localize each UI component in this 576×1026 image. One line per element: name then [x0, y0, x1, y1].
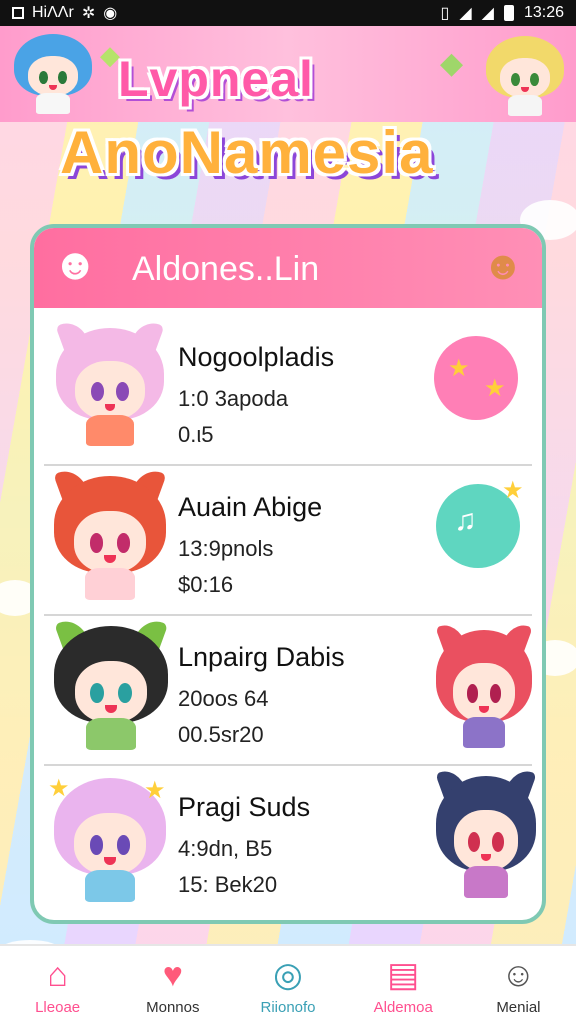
- list-item[interactable]: Lnpairg Dabis 20oos 64 00.5sr20: [44, 614, 533, 766]
- item-name: Nogoolpladis: [178, 342, 335, 372]
- nav-label: Monnos: [146, 998, 200, 1016]
- star-icon: ★: [48, 775, 70, 802]
- item-price: 00.5sr20: [178, 722, 264, 747]
- nav-item-favorites[interactable]: ♥ Monnos: [115, 946, 230, 1026]
- avatar-navy-cat: [435, 765, 537, 898]
- status-left-text: HiΛΛr: [32, 4, 74, 21]
- bear-icon: ☻: [52, 240, 99, 289]
- star-icon: ★: [502, 477, 524, 504]
- calendar-icon: ▤: [387, 955, 420, 994]
- nav-item-search[interactable]: ◎ Riionofo: [230, 946, 345, 1026]
- avatar-blonde-hair: [486, 36, 564, 116]
- nav-label: Lleoae: [35, 998, 81, 1016]
- home-icon: ⌂: [47, 955, 68, 994]
- profile-icon: ☺: [501, 955, 536, 994]
- speech-bubble-icon: ◆: [440, 47, 464, 80]
- nav-item-profile[interactable]: ☺ Menial: [461, 946, 576, 1026]
- item-name: Pragi Suds: [178, 792, 311, 822]
- app-title-line1: Lvpneal: [118, 51, 314, 107]
- wifi-icon: ◢: [459, 5, 472, 22]
- nav-label: Menial: [496, 998, 541, 1016]
- star-icon: ★: [484, 375, 506, 402]
- list-card: ☻ Aldones..Lin ☻ Nogoolpladis 1:0 3apoda…: [30, 224, 546, 924]
- fox-icon: ☻: [481, 244, 524, 288]
- speech-bubble-icon: ◆: [100, 40, 120, 70]
- battery-icon: [503, 5, 514, 21]
- list-item[interactable]: ★ ★ Pragi Suds 4:9dn, B5 15: Bek20: [44, 764, 537, 914]
- avatar-pink-hair: [55, 317, 165, 446]
- avatar-red-hair: [53, 464, 167, 600]
- item-detail: 1:0 3apoda: [178, 386, 289, 411]
- clock: 13:26: [523, 4, 564, 21]
- app-title-line2: AnoNamesia: [60, 119, 434, 186]
- avatar-black-hair: [53, 614, 169, 750]
- item-price: $0:16: [178, 572, 234, 597]
- music-note-icon: ♫: [454, 504, 477, 537]
- notification-icon: [12, 7, 24, 19]
- status-bar: HiΛΛr ✲ ◉ ▯ ◢ ◢ 13:26: [0, 0, 576, 26]
- settings-icon: ✲: [81, 5, 96, 22]
- avatar-blue-hair: [14, 34, 92, 114]
- vibrate-icon: ▯: [440, 5, 450, 22]
- heart-icon: ♥: [162, 955, 183, 994]
- list-item[interactable]: Nogoolpladis 1:0 3apoda 0.ι5 ★ ★: [44, 314, 532, 466]
- card-header: ☻ Aldones..Lin ☻: [34, 228, 542, 308]
- signal-icon: ◢: [481, 5, 494, 22]
- nav-item-calendar[interactable]: ▤ Aldemoa: [346, 946, 461, 1026]
- item-name: Lnpairg Dabis: [178, 642, 345, 672]
- item-price: 0.ι5: [178, 422, 214, 447]
- search-icon: ◎: [273, 955, 303, 994]
- item-detail: 13:9pnols: [178, 536, 274, 561]
- star-icon: ★: [448, 355, 470, 382]
- location-icon: ◉: [103, 5, 118, 22]
- avatar-red-cat: [435, 619, 533, 748]
- list-item[interactable]: Auain Abige 13:9pnols $0:16 ♫ ★: [44, 464, 532, 616]
- item-detail: 4:9dn, B5: [178, 836, 273, 861]
- nav-item-home[interactable]: ⌂ Lleoae: [0, 946, 115, 1026]
- star-icon: ★: [144, 777, 166, 804]
- item-price: 15: Bek20: [178, 872, 278, 897]
- item-name: Auain Abige: [178, 492, 323, 522]
- card-title: Aldones..Lin: [132, 250, 320, 288]
- bottom-nav: ⌂ Lleoae ♥ Monnos ◎ Riionofo ▤ Aldemoa ☺…: [0, 944, 576, 1026]
- item-detail: 20oos 64: [178, 686, 269, 711]
- nav-label: Aldemoa: [373, 998, 433, 1016]
- nav-label: Riionofo: [260, 998, 316, 1016]
